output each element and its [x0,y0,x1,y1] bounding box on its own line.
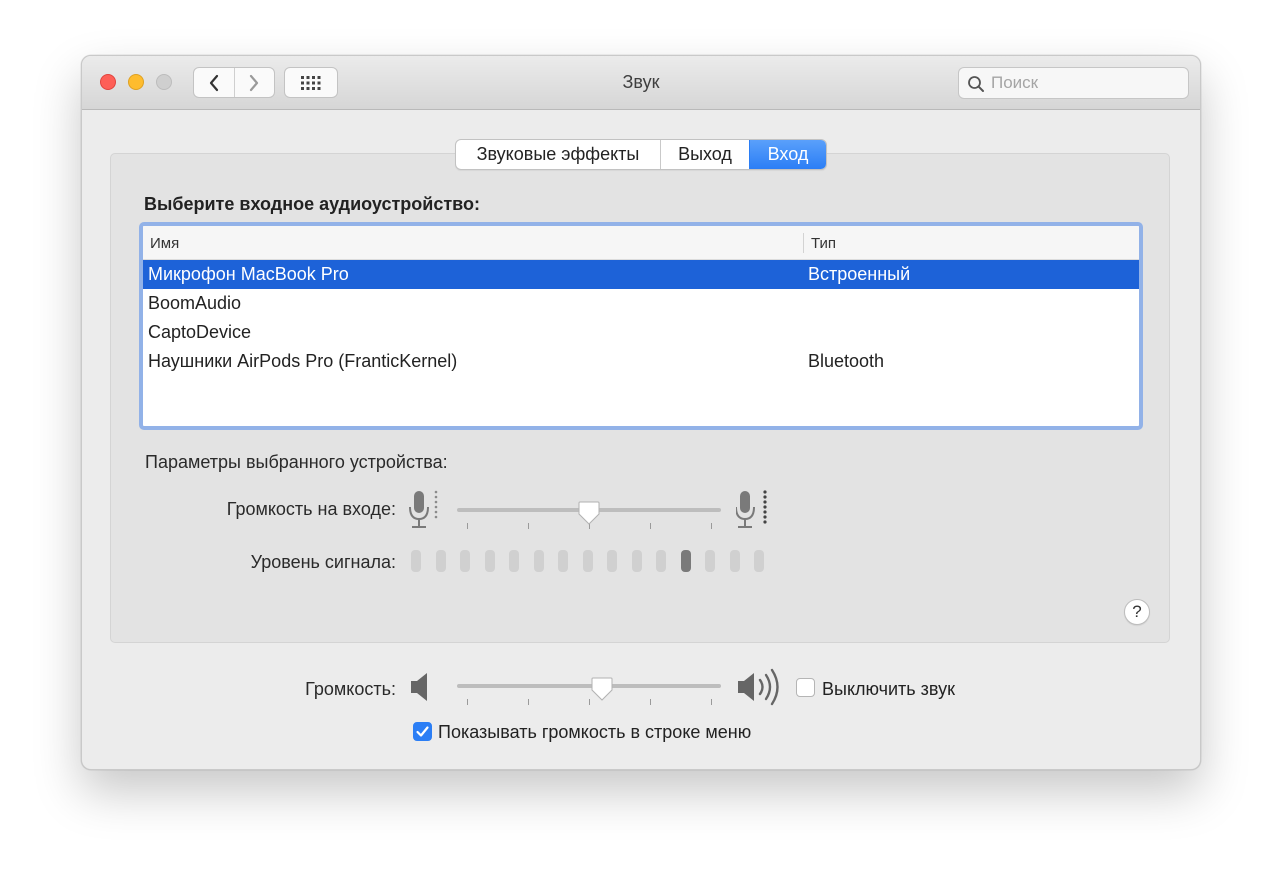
signal-level-segment [533,550,544,572]
table-row[interactable]: Микрофон MacBook Pro Встроенный [143,260,1139,289]
magnifier-icon [968,76,984,92]
slider-tick [528,523,529,529]
table-row[interactable]: BoomAudio [143,289,1139,318]
column-header-name[interactable]: Имя [150,235,179,252]
signal-level-segment [729,550,740,572]
speaker-high-icon [738,668,779,706]
output-volume-thumb[interactable] [590,676,614,702]
search-input[interactable] [991,72,1181,94]
show-volume-in-menubar-label[interactable]: Показывать громкость в строке меню [438,722,751,743]
signal-level-segment [509,550,519,572]
output-volume-label: Громкость: [305,679,396,699]
microphone-low-icon [409,490,438,528]
tab-sound-effects[interactable]: Звуковые эффекты [456,140,660,169]
slider-tick [711,699,712,705]
slider-tick [650,699,651,705]
slider-tick [467,523,468,529]
input-device-table[interactable]: Имя Тип Микрофон MacBook Pro Встроенный … [139,222,1143,430]
microphone-high-icon [736,490,767,528]
signal-level-segment [656,550,666,572]
output-volume-track[interactable] [457,684,721,688]
device-name: CaptoDevice [148,322,252,342]
device-name: Микрофон MacBook Pro [148,264,349,284]
signal-level-segment [460,550,470,572]
table-header: Имя Тип [143,226,1139,260]
slider-tick [650,523,651,529]
input-device-heading: Выберите входное аудиоустройство: [144,194,480,214]
signal-level-segment [705,550,715,572]
slider-tick [711,523,712,529]
mute-label[interactable]: Выключить звук [822,679,955,700]
help-button[interactable]: ? [1124,599,1150,625]
sound-preferences-window: Звук Звуковые эффекты Выход Вход Выберит… [81,55,1201,770]
mute-checkbox[interactable] [796,678,815,697]
device-type: Встроенный [808,264,911,284]
device-params-heading: Параметры выбранного устройства: [145,452,448,472]
signal-level-segment [582,550,593,572]
signal-level-segment [754,550,764,572]
device-name: Наушники AirPods Pro (FranticKernel) [148,351,458,371]
search-field[interactable] [958,67,1189,99]
device-name: BoomAudio [148,293,242,313]
tab-output[interactable]: Выход [660,140,749,169]
signal-level-segment [558,550,568,572]
signal-level-segment [435,550,446,572]
tab-input[interactable]: Вход [749,140,826,169]
show-volume-in-menubar-checkbox[interactable] [413,722,432,741]
slider-tick [528,699,529,705]
signal-level-segment [411,550,421,572]
signal-level-segment [484,550,495,572]
column-header-type[interactable]: Тип [811,235,836,252]
signal-level-segment [680,550,691,572]
speaker-low-icon [411,673,427,701]
checkmark-icon [416,726,429,737]
input-volume-thumb[interactable] [577,500,601,526]
device-type: Bluetooth [808,351,885,371]
table-row[interactable]: Наушники AirPods Pro (FranticKernel) Blu… [143,347,1139,376]
slider-tick [467,699,468,705]
signal-level-segment [607,550,617,572]
input-volume-label: Громкость на входе: [226,499,396,519]
column-separator [803,233,804,253]
tab-bar: Звуковые эффекты Выход Вход [455,139,827,170]
signal-level-label: Уровень сигнала: [250,552,396,572]
signal-level-segment [631,550,642,572]
table-row[interactable]: CaptoDevice [143,318,1139,347]
titlebar: Звук [82,56,1200,110]
